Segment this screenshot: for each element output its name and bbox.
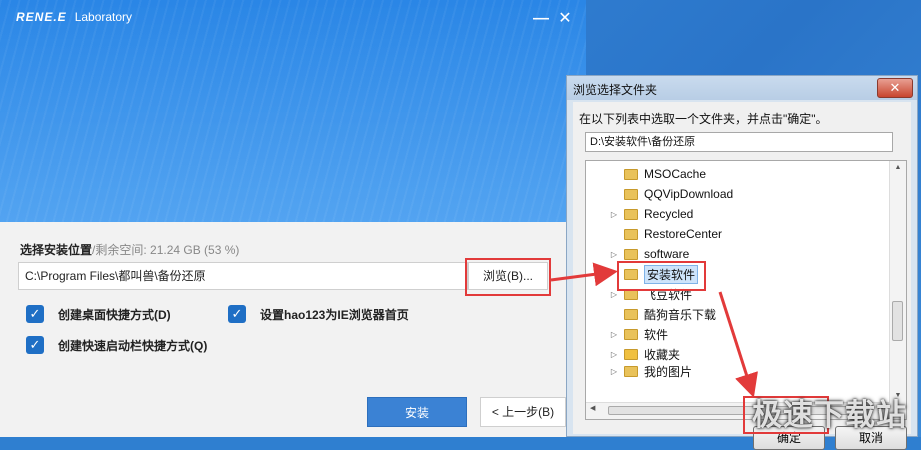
arrow-to-folder	[550, 262, 618, 287]
arrow-to-ok	[718, 291, 758, 398]
annotation-arrows	[550, 262, 758, 398]
watermark: 极速下载站	[752, 399, 907, 432]
